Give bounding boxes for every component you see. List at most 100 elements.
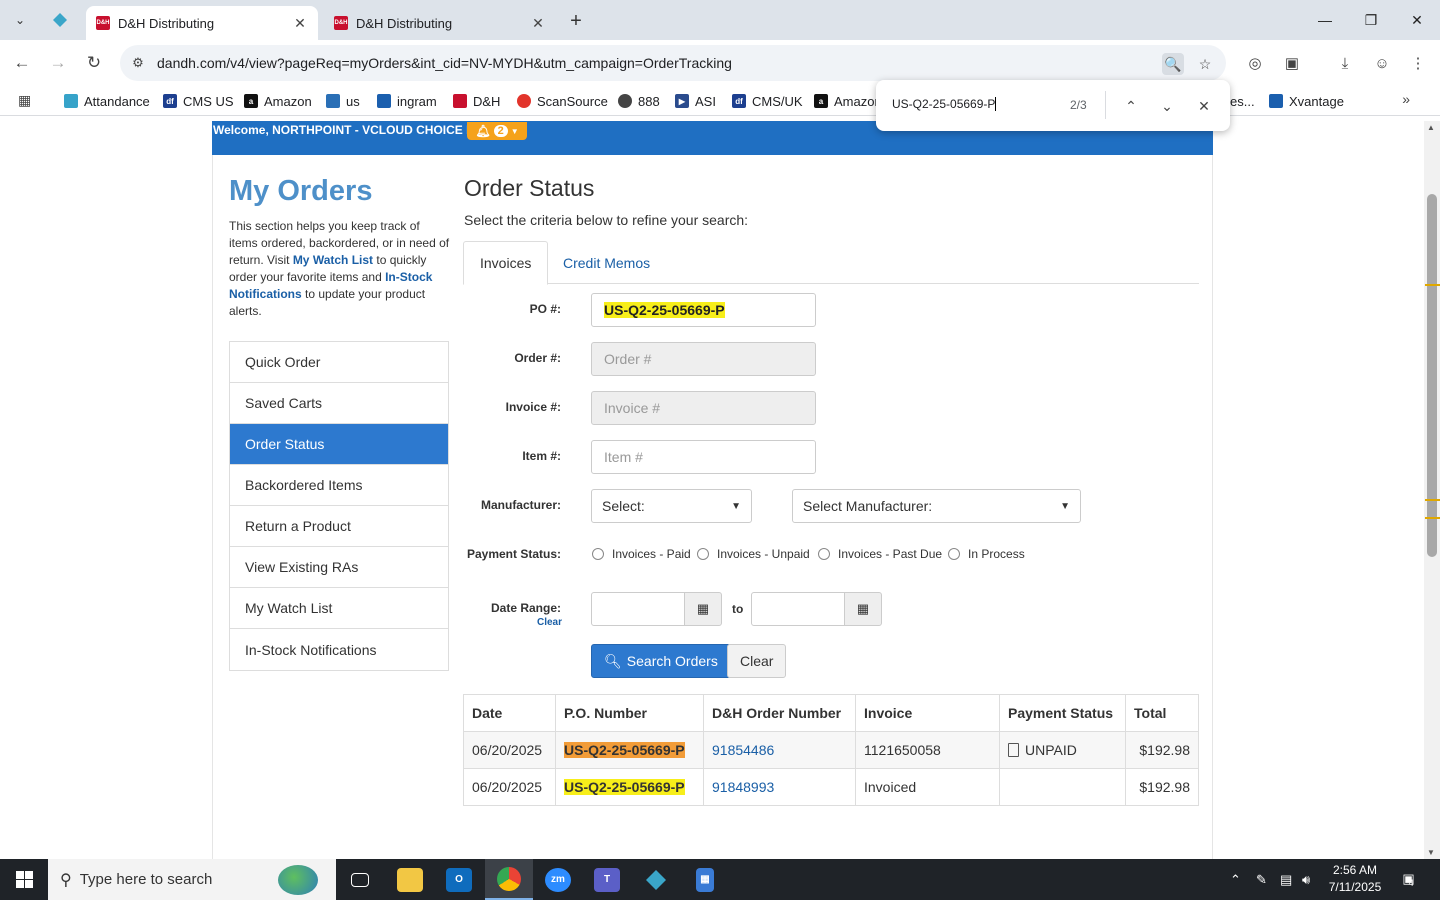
item-input[interactable] (591, 440, 816, 474)
taskbar-search[interactable]: ⚲ Type here to search (48, 859, 336, 900)
tab-credit-memos[interactable]: Credit Memos (547, 241, 666, 284)
po-input[interactable]: US-Q2-25-05669-P (591, 293, 816, 327)
bookmark-us[interactable]: us (326, 91, 360, 111)
bookmark-amazon-2[interactable]: a Amazon (814, 91, 882, 111)
sidebar-item-order-status[interactable]: Order Status (230, 424, 448, 465)
radio-in-process[interactable]: In Process (948, 547, 1025, 561)
bookmark-icon: ▶ (675, 94, 689, 108)
order-label: Order #: (514, 351, 561, 365)
close-tab-icon[interactable]: ✕ (528, 13, 548, 33)
taskbar-outlook[interactable]: O (435, 859, 483, 900)
order-link[interactable]: 91854486 (712, 742, 774, 758)
volume-icon[interactable]: 🔊︎ (1302, 859, 1310, 900)
sidebar-item-backordered-items[interactable]: Backordered Items (230, 465, 448, 506)
site-settings-icon[interactable]: ⚙ (128, 53, 148, 73)
close-window-button[interactable]: ✕ (1394, 0, 1440, 40)
cell-status (999, 768, 1126, 806)
scroll-down-icon[interactable]: ▼ (1427, 848, 1435, 857)
document-icon[interactable] (1008, 743, 1019, 757)
search-orders-button[interactable]: 🔍︎ Search Orders (591, 644, 731, 678)
taskbar-chrome[interactable] (485, 859, 533, 900)
sidebar-item-instock-notifications[interactable]: In-Stock Notifications (230, 629, 448, 670)
date-from-input[interactable] (591, 592, 687, 626)
find-next-button[interactable]: ⌄ (1155, 94, 1179, 118)
taskbar-teams[interactable]: T (583, 859, 631, 900)
bookmark-attandance[interactable]: Attandance (64, 91, 150, 111)
date-clear-link[interactable]: Clear (537, 617, 562, 628)
bookmark-label: ASI (695, 93, 716, 109)
pinned-tab[interactable] (46, 7, 74, 33)
task-view-icon (351, 872, 369, 887)
tab-invoices[interactable]: Invoices (463, 241, 549, 285)
find-previous-button[interactable]: ⌃ (1119, 94, 1143, 118)
taskbar-app-diamond[interactable] (632, 859, 680, 900)
start-button[interactable] (0, 859, 48, 900)
bookmark-cms-us[interactable]: df CMS US (163, 91, 234, 111)
taskbar-calculator[interactable]: ▦ (681, 859, 729, 900)
radio-invoices-past-due[interactable]: Invoices - Past Due (818, 547, 942, 561)
sidebar-item-return-a-product[interactable]: Return a Product (230, 506, 448, 547)
reload-button[interactable]: ↻ (81, 50, 107, 76)
task-view-button[interactable] (336, 859, 384, 900)
forward-button[interactable]: → (45, 50, 71, 76)
tab-dandh-inactive[interactable]: D&H D&H Distributing ✕ (324, 6, 556, 40)
bookmark-amazon[interactable]: a Amazon (244, 91, 312, 111)
bookmark-ingram[interactable]: ingram (377, 91, 437, 111)
tab-dandh-active[interactable]: D&H D&H Distributing ✕ (86, 6, 318, 40)
taskbar-zoom[interactable]: zm (534, 859, 582, 900)
radio-invoices-unpaid[interactable]: Invoices - Unpaid (697, 547, 810, 561)
tray-pen-icon[interactable]: ✎ (1256, 859, 1267, 900)
watch-list-link[interactable]: My Watch List (293, 253, 373, 267)
clear-button[interactable]: Clear (727, 644, 787, 678)
taskbar-file-explorer[interactable] (386, 859, 434, 900)
sidebar-item-quick-order[interactable]: Quick Order (230, 342, 448, 383)
sidebar-item-my-watch-list[interactable]: My Watch List (230, 588, 448, 629)
order-input[interactable] (591, 342, 816, 376)
notification-center-button[interactable]: ▣ 4 (1396, 868, 1420, 890)
minimize-button[interactable]: — (1302, 0, 1348, 40)
date-from-calendar-button[interactable]: ▦ (684, 592, 722, 626)
profile-icon[interactable]: ☺ (1371, 52, 1393, 74)
taskbar-clock[interactable]: 2:56 AM 7/11/2025 (1320, 862, 1390, 896)
sidebar-item-view-existing-ras[interactable]: View Existing RAs (230, 547, 448, 588)
invoice-input[interactable] (591, 391, 816, 425)
translate-icon[interactable]: ◎ (1244, 52, 1266, 74)
download-icon[interactable]: ⤓ (1334, 52, 1356, 74)
extensions-icon[interactable]: ▣ (1281, 52, 1303, 74)
address-bar[interactable]: ⚙ dandh.com/v4/view?pageReq=myOrders&int… (120, 45, 1226, 81)
find-input[interactable]: US-Q2-25-05669-P (892, 97, 997, 111)
find-close-button[interactable]: ✕ (1192, 94, 1216, 118)
date-to-input[interactable] (751, 592, 847, 626)
tab-search-button[interactable]: ⌄ (6, 7, 34, 33)
menu-kebab-icon[interactable]: ⋮ (1407, 52, 1429, 74)
radio-label: In Process (968, 547, 1025, 561)
bookmark-scansource[interactable]: ScanSource (517, 91, 608, 111)
order-link[interactable]: 91848993 (712, 779, 774, 795)
scroll-up-icon[interactable]: ▲ (1427, 123, 1435, 132)
back-button[interactable]: ← (9, 50, 35, 76)
manufacturer-type-select[interactable]: Select: ▼ (591, 489, 752, 523)
more-bookmarks-icon[interactable]: » (1402, 91, 1410, 107)
find-query: US-Q2-25-05669-P (892, 97, 996, 111)
notifications-button[interactable]: 🔔︎ 2 ▼ (467, 122, 527, 140)
apps-grid-icon[interactable]: ▦ (18, 92, 31, 109)
bookmark-cms-uk[interactable]: df CMS/UK (732, 91, 803, 111)
bookmark-asi[interactable]: ▶ ASI (675, 91, 716, 111)
close-tab-icon[interactable]: ✕ (290, 13, 310, 33)
restore-button[interactable]: ❐ (1348, 0, 1394, 40)
date-to-calendar-button[interactable]: ▦ (844, 592, 882, 626)
new-tab-button[interactable]: + (564, 9, 588, 33)
radio-invoices-paid[interactable]: Invoices - Paid (592, 547, 691, 561)
bookmark-888[interactable]: 888 (618, 91, 660, 111)
manufacturer-select[interactable]: Select Manufacturer: ▼ (792, 489, 1081, 523)
scrollbar-thumb[interactable] (1427, 194, 1437, 557)
bookmark-dandh[interactable]: D&H (453, 91, 500, 111)
find-in-page-icon[interactable]: 🔍 (1162, 53, 1184, 75)
tray-overflow[interactable]: ⌃ (1230, 859, 1241, 900)
bookmark-xvantage[interactable]: Xvantage (1269, 91, 1344, 111)
bookmark-star-icon[interactable]: ☆ (1194, 53, 1216, 75)
page-scrollbar[interactable]: ▲ ▼ (1424, 121, 1440, 859)
sidebar-item-saved-carts[interactable]: Saved Carts (230, 383, 448, 424)
network-icon[interactable]: ▤ (1280, 859, 1292, 900)
bookmark-truncated[interactable]: es... (1230, 91, 1255, 111)
